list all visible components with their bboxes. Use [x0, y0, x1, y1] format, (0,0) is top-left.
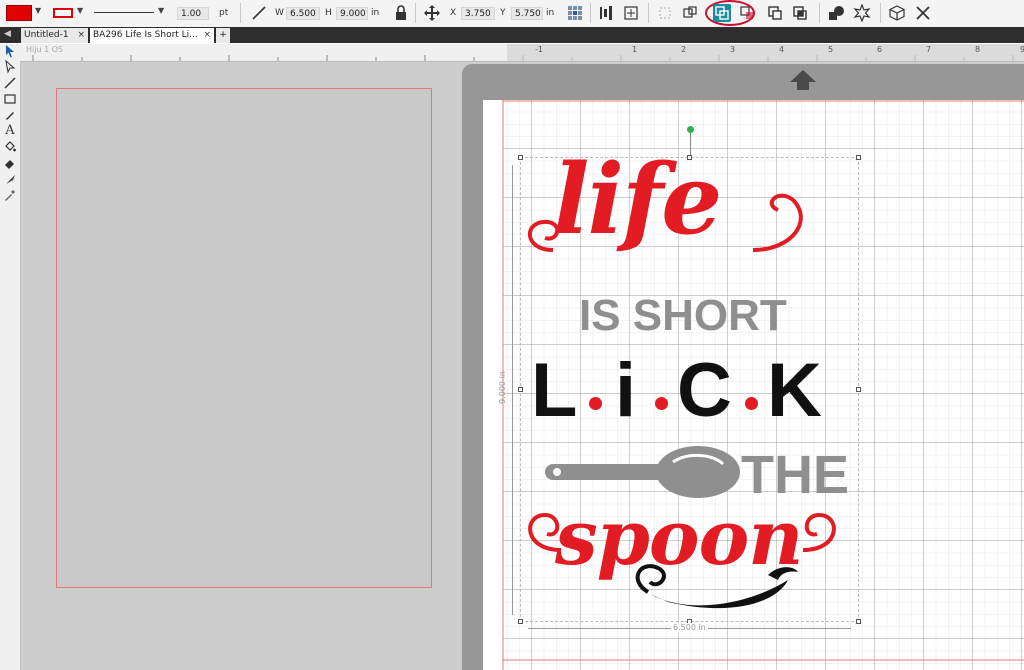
- reference-point-icon[interactable]: [566, 4, 584, 22]
- eyedropper-icon[interactable]: [3, 188, 17, 202]
- resize-handle[interactable]: [856, 619, 861, 624]
- rotate-handle[interactable]: [687, 126, 694, 133]
- eraser-tool-icon[interactable]: [3, 156, 17, 170]
- close-icon[interactable]: [914, 4, 932, 22]
- knife-tool-icon[interactable]: [3, 172, 17, 186]
- red-dot: [745, 397, 758, 410]
- fill-dropdown-icon[interactable]: ▼: [35, 6, 41, 15]
- stroke-dropdown-icon[interactable]: ▼: [77, 6, 83, 15]
- design-text-is-short: IS SHORT: [579, 291, 787, 340]
- width-label: W: [275, 8, 284, 18]
- line-style-selector[interactable]: [94, 12, 154, 13]
- divider: [240, 3, 241, 23]
- transform-icon[interactable]: [622, 4, 640, 22]
- y-label: Y: [500, 8, 506, 18]
- paint-bucket-icon[interactable]: [3, 140, 17, 154]
- height-input[interactable]: 9.000: [336, 7, 368, 20]
- workspace[interactable]: 9.000 in 6.500 in life IS SHORT L i C K …: [21, 62, 1024, 670]
- ruler-tick-label: -1: [535, 45, 543, 54]
- cutting-mat[interactable]: 9.000 in 6.500 in life IS SHORT L i C K …: [483, 100, 1024, 670]
- text-tool-icon[interactable]: A: [3, 124, 17, 138]
- line-tool-icon[interactable]: [250, 4, 268, 22]
- lick-letter: K: [767, 348, 822, 433]
- divider: [590, 3, 591, 23]
- 3d-box-icon[interactable]: [888, 4, 906, 22]
- lick-letter: L: [531, 348, 578, 433]
- lick-letter: i: [615, 348, 637, 433]
- tab-label: BA296 Life Is Short Li...: [93, 30, 198, 40]
- edit-points-icon[interactable]: [3, 60, 17, 74]
- tab-label: Untitled-1: [24, 30, 69, 40]
- ruler-tick-label: 5: [828, 45, 834, 54]
- y-position-input[interactable]: 5.750: [511, 7, 543, 20]
- document-tab-bar: ◀ Untitled-1 × BA296 Life Is Short Li...…: [0, 27, 1024, 43]
- ruler-tick-label: 3: [730, 45, 736, 54]
- ruler-tick-label: 8: [975, 45, 981, 54]
- red-dot: [589, 397, 602, 410]
- size-unit: in: [371, 8, 380, 18]
- red-dot: [655, 397, 668, 410]
- tab-close-icon[interactable]: ×: [77, 28, 85, 43]
- ruler-tick-label: 1: [632, 45, 638, 54]
- line-draw-icon[interactable]: [3, 76, 17, 90]
- x-position-input[interactable]: 3.750: [461, 7, 495, 20]
- resize-handle[interactable]: [856, 155, 861, 160]
- tab-untitled-1[interactable]: Untitled-1 ×: [21, 28, 88, 43]
- intersect-icon[interactable]: [791, 4, 809, 22]
- divider: [819, 3, 820, 23]
- group-icon[interactable]: [656, 4, 674, 22]
- resize-handle[interactable]: [518, 155, 523, 160]
- ruler-tick-label: 6: [877, 45, 883, 54]
- divider: [415, 3, 416, 23]
- position-unit: in: [546, 8, 555, 18]
- move-icon[interactable]: [423, 4, 441, 22]
- line-style-dropdown-icon[interactable]: ▼: [158, 6, 164, 15]
- width-input[interactable]: 6.500: [286, 7, 320, 20]
- height-label: H: [325, 8, 332, 18]
- design-text-life: life: [553, 143, 722, 256]
- ruler-tick-label: 2: [681, 45, 687, 54]
- width-dimension-label: 6.500 in: [671, 623, 708, 632]
- height-dimension-line: [512, 165, 513, 615]
- subtract-icon[interactable]: [766, 4, 784, 22]
- ruler-tick-label: 9: [1020, 45, 1024, 54]
- ruler-hint: Hiju 1 OS: [26, 45, 64, 54]
- top-toolbar: ▼ ▼ ▼ 1.00 pt W 6.500 H 9.000 in X 3.750…: [0, 0, 1024, 28]
- bottom-flourish: [635, 564, 798, 609]
- feed-arrow-icon[interactable]: [788, 68, 818, 92]
- new-tab-button[interactable]: +: [216, 28, 230, 43]
- resize-handle[interactable]: [518, 387, 523, 392]
- line-width-unit: pt: [219, 8, 229, 18]
- x-label: X: [450, 8, 457, 18]
- rectangle-tool-icon[interactable]: [3, 92, 17, 106]
- ruler-tick-label: 4: [779, 45, 785, 54]
- tool-panel: A: [0, 44, 21, 670]
- select-tool-icon[interactable]: [3, 44, 17, 58]
- tab-ba296-design[interactable]: BA296 Life Is Short Li... ×: [90, 28, 214, 43]
- ruler-tick-label: 7: [926, 45, 932, 54]
- stroke-color-swatch[interactable]: [53, 8, 73, 18]
- resize-handle[interactable]: [518, 619, 523, 624]
- height-dimension-label: 9.000 in: [497, 371, 507, 404]
- tab-close-icon[interactable]: ×: [203, 28, 211, 43]
- shapes-icon[interactable]: [827, 4, 845, 22]
- weld-icon[interactable]: [713, 4, 731, 22]
- pen-tool-icon[interactable]: [3, 108, 17, 122]
- divider: [880, 3, 881, 23]
- fill-color-swatch[interactable]: [6, 5, 32, 21]
- lick-letter: C: [677, 348, 732, 433]
- design-text-lick: L i C K: [531, 351, 861, 431]
- horizontal-ruler: Hiju 1 OS -1 1 2 3 4 5 6 7 8 9: [20, 44, 1024, 62]
- page-preview[interactable]: [56, 88, 432, 588]
- lock-icon[interactable]: [392, 4, 410, 22]
- ungroup-icon[interactable]: [681, 4, 699, 22]
- attach-icon[interactable]: [738, 4, 756, 22]
- line-width-input[interactable]: 1.00: [177, 7, 209, 20]
- panel-arrow-icon[interactable]: ◀: [4, 29, 11, 39]
- flower-shape-icon[interactable]: [853, 4, 871, 22]
- align-icon[interactable]: [597, 4, 615, 22]
- divider: [648, 3, 649, 23]
